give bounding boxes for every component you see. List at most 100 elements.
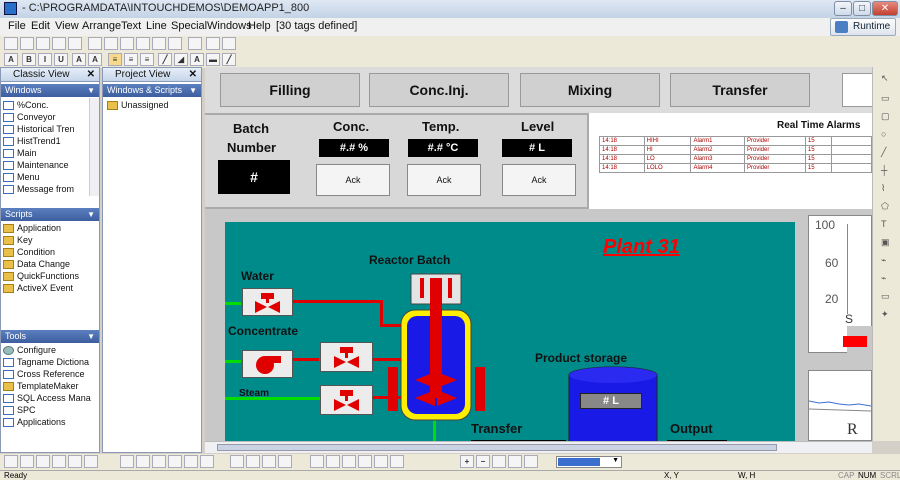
nav-transfer-button[interactable]: Transfer [670, 73, 810, 107]
space-h-icon[interactable] [136, 455, 150, 468]
menu-windows[interactable]: Windows [207, 20, 252, 32]
align-right-icon[interactable]: ≡ [140, 53, 154, 66]
tool-item[interactable]: Cross Reference [3, 369, 85, 379]
align-center2-icon[interactable] [326, 455, 340, 468]
align-left2-icon[interactable] [310, 455, 324, 468]
steam-valve[interactable] [320, 385, 373, 415]
close-icon[interactable]: ✕ [87, 68, 95, 82]
fill-color-icon[interactable]: ◢ [174, 53, 188, 66]
print-icon[interactable] [68, 37, 82, 50]
nav-conc-inj-button[interactable]: Conc.Inj. [369, 73, 509, 107]
font-smaller-icon[interactable]: A [88, 53, 102, 66]
table-row[interactable]: 14:18 HIHI Alarm1 Provider 15 [599, 136, 872, 146]
space-v-icon[interactable] [152, 455, 166, 468]
ungroup-icon[interactable] [120, 455, 134, 468]
tool-item[interactable]: SQL Access Mana [3, 393, 91, 403]
window-color-icon[interactable]: ▬ [206, 53, 220, 66]
tree-node-unassigned[interactable]: Unassigned [107, 100, 169, 110]
open-icon[interactable] [20, 37, 34, 50]
canvas-hscrollbar[interactable] [205, 441, 872, 453]
front-icon[interactable] [4, 455, 18, 468]
zoom-out-icon[interactable]: − [476, 455, 490, 468]
script-item[interactable]: Data Change [3, 259, 70, 269]
window-item[interactable]: Historical Tren [3, 124, 75, 134]
italic-icon[interactable]: I [38, 53, 52, 66]
menu-text[interactable]: Text [121, 20, 141, 32]
tool-item[interactable]: SPC [3, 405, 36, 415]
close-button[interactable]: ✕ [872, 1, 898, 16]
menu-line[interactable]: Line [146, 20, 167, 32]
windows-scrollbar[interactable] [89, 98, 99, 196]
rectangle-icon[interactable]: ▭ [881, 93, 890, 104]
windows-section-header[interactable]: Windows ▼ [1, 84, 99, 97]
polyline-icon[interactable]: ⌇ [881, 183, 885, 194]
text-tool-icon[interactable]: T [881, 219, 887, 229]
table-row[interactable]: 14:18 HI Alarm2 Provider 15 [599, 145, 872, 155]
button-tool-icon[interactable]: ▭ [881, 291, 890, 302]
cut-icon[interactable] [88, 37, 102, 50]
menu-view[interactable]: View [55, 20, 79, 32]
grid-icon[interactable] [222, 37, 236, 50]
polygon-icon[interactable]: ⬠ [881, 201, 889, 212]
break-cell-icon[interactable] [246, 455, 260, 468]
window-item[interactable]: Conveyor [3, 112, 56, 122]
zoom-fit-icon[interactable] [492, 455, 506, 468]
underline-icon[interactable]: U [54, 53, 68, 66]
back-icon[interactable] [20, 455, 34, 468]
redo-icon[interactable] [168, 37, 182, 50]
menu-special[interactable]: Special [171, 20, 207, 32]
ellipse-icon[interactable]: ○ [881, 129, 886, 139]
concentrate-valve[interactable] [320, 342, 373, 372]
tool-item[interactable]: TemplateMaker [3, 381, 79, 391]
wizard-icon[interactable] [188, 37, 202, 50]
hv-line-icon[interactable]: ┼ [881, 165, 887, 175]
flip-v-icon[interactable] [184, 455, 198, 468]
line-color-icon[interactable]: ╱ [158, 53, 172, 66]
delete-icon[interactable] [136, 37, 150, 50]
realtime-trend-icon[interactable]: ⌁ [881, 255, 886, 266]
font-icon[interactable]: A [4, 53, 18, 66]
script-item[interactable]: Condition [3, 247, 55, 257]
close-icon[interactable]: ✕ [189, 68, 197, 82]
align-bottom-icon[interactable] [68, 455, 82, 468]
align-left-icon[interactable]: ≡ [108, 53, 122, 66]
break-symbol-icon[interactable] [278, 455, 292, 468]
select-icon[interactable] [206, 37, 220, 50]
table-row[interactable]: 14:18 LOLO Alarm4 Provider 15 [599, 163, 872, 173]
line-style-icon[interactable]: ╱ [222, 53, 236, 66]
maximize-button[interactable]: □ [853, 1, 871, 16]
text-color-icon[interactable]: A [190, 53, 204, 66]
script-item[interactable]: Key [3, 235, 33, 245]
window-item[interactable]: HistTrend1 [3, 136, 61, 146]
tool-item[interactable]: Tagname Dictiona [3, 357, 89, 367]
font-larger-icon[interactable]: A [72, 53, 86, 66]
bold-icon[interactable]: B [22, 53, 36, 66]
rotate-icon[interactable] [200, 455, 214, 468]
script-item[interactable]: QuickFunctions [3, 271, 79, 281]
zoom-window-icon[interactable] [524, 455, 538, 468]
nav-mixing-button[interactable]: Mixing [520, 73, 660, 107]
window-item[interactable]: Menu [3, 172, 40, 182]
menu-edit[interactable]: Edit [31, 20, 50, 32]
copy-icon[interactable] [104, 37, 118, 50]
make-symbol-icon[interactable] [262, 455, 276, 468]
zoom-select[interactable]: ▼ [556, 456, 622, 468]
table-row[interactable]: 14:18 LO Alarm3 Provider 15 [599, 154, 872, 164]
window-item[interactable]: Message from [3, 184, 74, 194]
tools-section-header[interactable]: Tools ▼ [1, 330, 99, 343]
wizard-tool-icon[interactable]: ✦ [881, 309, 889, 320]
align-middle-icon[interactable] [52, 455, 66, 468]
concentrate-pump[interactable] [242, 350, 293, 378]
nav-filling-button[interactable]: Filling [220, 73, 360, 107]
pointer-icon[interactable]: ↖ [881, 73, 889, 84]
conc-ack-button[interactable]: Ack [316, 164, 390, 196]
script-item[interactable]: Application [3, 223, 61, 233]
align-center-icon[interactable]: ≡ [124, 53, 138, 66]
snap-icon[interactable] [374, 455, 388, 468]
align-centers-icon[interactable] [358, 455, 372, 468]
align-right2-icon[interactable] [342, 455, 356, 468]
scroll-thumb[interactable] [217, 444, 777, 451]
runtime-button[interactable]: Runtime [830, 18, 896, 36]
project-view-dropdown[interactable]: Windows & Scripts ▼ [103, 84, 201, 97]
paste-icon[interactable] [120, 37, 134, 50]
